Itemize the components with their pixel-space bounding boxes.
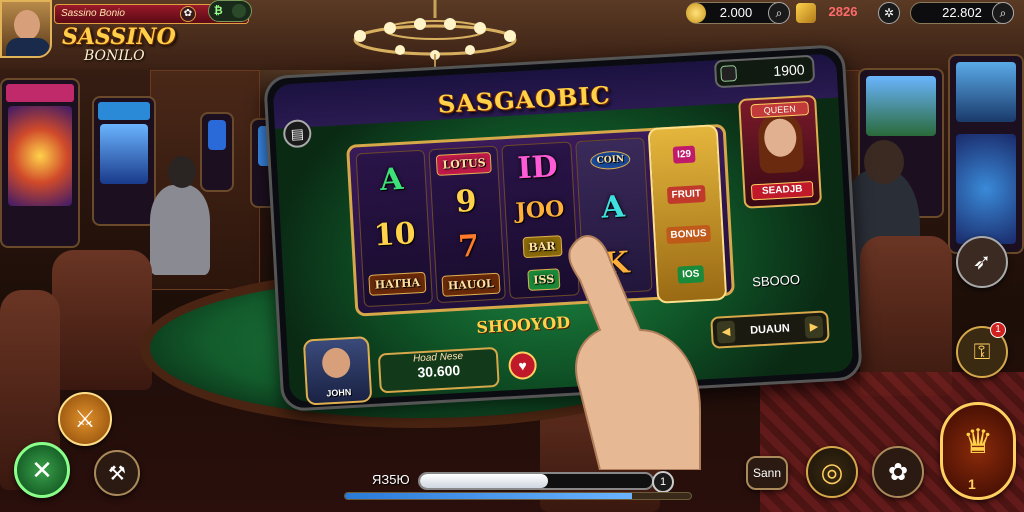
- bonus-symbol: FRUIT: [667, 184, 706, 204]
- currency-symbol: ₿: [213, 5, 223, 17]
- chevron-left-icon[interactable]: ◀: [716, 320, 736, 344]
- slot-machine: [948, 54, 1024, 254]
- player-figure: [150, 185, 210, 275]
- reel-symbol: 7: [457, 228, 481, 265]
- chips-value: 22.802: [942, 5, 982, 20]
- reel-symbol: LOTUS: [436, 151, 493, 176]
- logo-subtitle: BONILO: [84, 48, 145, 64]
- chevron-right-icon[interactable]: ▶: [804, 315, 824, 339]
- logo-title: SASSINO: [62, 24, 176, 50]
- reel-symbol: 10: [372, 216, 417, 255]
- trophy-icon: ♛: [962, 423, 994, 461]
- gems-value: 2826: [828, 4, 858, 19]
- slot-machine: [200, 112, 234, 192]
- hammer-icon: ⚒: [108, 462, 126, 485]
- reel-symbol: K: [602, 245, 631, 283]
- game-logo: Sassino Bonio ✿ ✿ SASSINO BONILO: [54, 4, 249, 66]
- target-icon: ◎: [820, 456, 844, 487]
- xp-bar: [344, 492, 692, 500]
- bet-panel[interactable]: Hoad Nese 30.600: [377, 346, 500, 394]
- search-icon[interactable]: ⌕: [992, 2, 1014, 24]
- key-icon: ⚿: [973, 339, 991, 364]
- flower-icon: ✿: [887, 458, 909, 486]
- rose-icon[interactable]: ✿: [180, 6, 196, 22]
- action-button[interactable]: ✕: [14, 442, 70, 498]
- attack-button[interactable]: ⚔: [58, 392, 112, 446]
- bonus-symbol: BONUS: [666, 224, 712, 244]
- opponent-avatar[interactable]: JOHN: [302, 336, 373, 406]
- reel-symbol: A: [379, 162, 405, 199]
- balance-display: 1900: [713, 54, 816, 89]
- reel-symbol: HAUOL: [441, 272, 501, 297]
- crown-icon: QUEEN: [750, 101, 810, 119]
- currency-pill[interactable]: ₿: [208, 0, 252, 22]
- share-button[interactable]: ➶: [956, 236, 1008, 288]
- bell-icon: ➶: [972, 249, 992, 274]
- reel-symbol: HATHA: [368, 271, 427, 296]
- gems-counter: 2826: [810, 2, 876, 24]
- reel-3: ID JOO BAR ISS: [501, 141, 580, 300]
- gear-icon[interactable]: [232, 4, 247, 18]
- progress-fill: [420, 474, 548, 488]
- pot-amount: SBOOO: [751, 271, 801, 290]
- wallet-icon: [720, 65, 738, 82]
- reel-symbol: ISS: [526, 268, 561, 291]
- reel-4: COIN A K: [574, 137, 653, 295]
- chip-button-label: Sann: [752, 466, 782, 480]
- chip-button[interactable]: Sann: [746, 456, 788, 490]
- sword-icon: ⚔: [74, 405, 96, 433]
- trophy-count: 1: [968, 476, 976, 492]
- stepper-label: DUAUN: [749, 322, 791, 337]
- notification-badge: 1: [990, 322, 1006, 338]
- bonus-symbol: IOS: [677, 264, 704, 284]
- opponent-name: JOHN: [326, 387, 352, 399]
- character-card[interactable]: QUEEN SEADJB: [738, 94, 823, 209]
- reel-symbol: ID: [516, 149, 559, 187]
- compass-button[interactable]: ◎: [806, 446, 858, 498]
- reel-symbol: JOO: [514, 196, 566, 225]
- coin-icon: [686, 3, 706, 23]
- phone-device: SASGAOBIC ▤ 1900 A 10 HATHA LOTUS 9 7 HA…: [263, 44, 863, 412]
- progress-level[interactable]: 1: [652, 471, 674, 493]
- slot-machine: [0, 78, 80, 248]
- search-icon[interactable]: ⌕: [768, 2, 790, 24]
- reel-2: LOTUS 9 7 HAUOL: [428, 145, 507, 304]
- xp-fill: [345, 493, 633, 499]
- player-avatar[interactable]: [0, 0, 52, 58]
- close-icon: ✕: [31, 454, 53, 485]
- casino-chair: [52, 250, 152, 390]
- reel-symbol: A: [600, 189, 626, 226]
- slot-machine: [92, 96, 156, 226]
- settings-button[interactable]: ✿: [872, 446, 924, 498]
- bonus-reel: I29 FRUIT BONUS IOS: [647, 124, 728, 304]
- reel-symbol: 9: [454, 183, 478, 220]
- progress-bar: [418, 472, 654, 490]
- tool-button[interactable]: ⚒: [94, 450, 140, 496]
- progress-label: ЯЗ5Ю: [372, 472, 410, 487]
- reel-symbol: COIN: [590, 149, 631, 170]
- balance-value: 1900: [772, 61, 805, 79]
- settings-icon[interactable]: ✲: [878, 2, 900, 24]
- bonus-symbol: I29: [672, 145, 696, 164]
- bet-stepper[interactable]: ◀ DUAUN ▶: [710, 310, 830, 349]
- title-bar-text: Sassino Bonio: [61, 8, 125, 19]
- trophy-button[interactable]: ♛: [940, 402, 1016, 500]
- reel-symbol: BAR: [521, 234, 563, 258]
- character-label: SEADJB: [750, 180, 814, 201]
- coins-value: 2.000: [719, 5, 753, 20]
- reel-1: A 10 HATHA: [355, 149, 434, 308]
